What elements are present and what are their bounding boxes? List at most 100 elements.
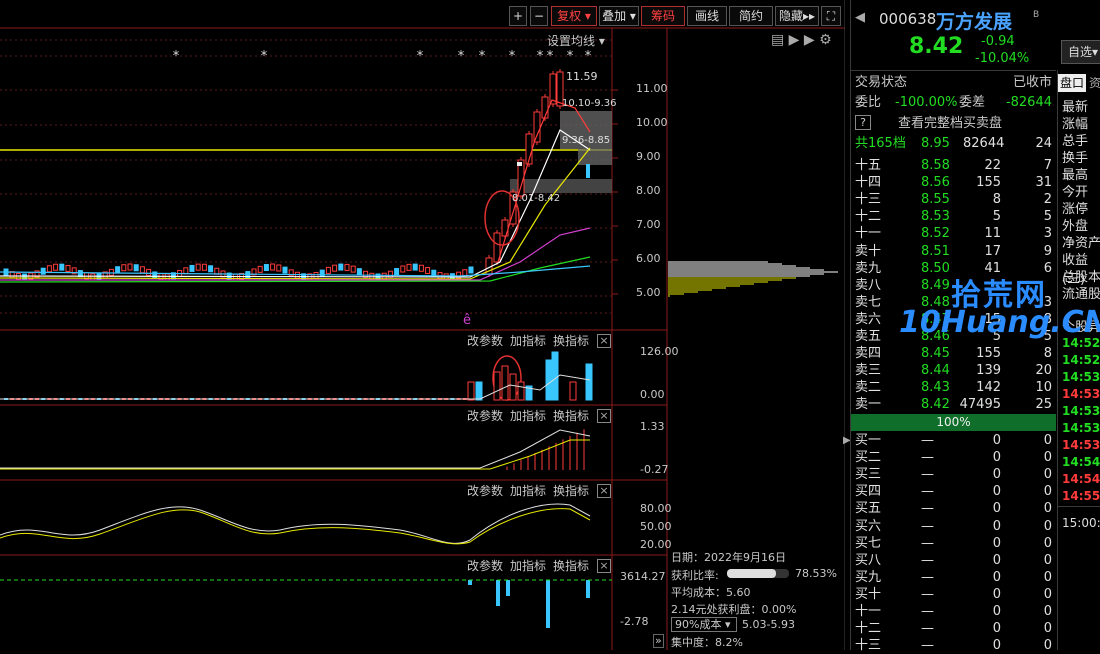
close-panel-icon[interactable]: × bbox=[597, 559, 611, 573]
close-panel-icon[interactable]: × bbox=[597, 334, 611, 348]
book-row[interactable]: 十四 8.56 155 31 bbox=[851, 174, 1056, 191]
book-row[interactable]: 买九 — 0 0 bbox=[851, 569, 1056, 586]
draw-line-button[interactable]: 画线 bbox=[687, 6, 727, 26]
book-row[interactable]: 十三 — 0 0 bbox=[851, 637, 1056, 654]
ma-setting-link[interactable]: 设置均线 ▾ bbox=[547, 32, 605, 49]
candle bbox=[121, 264, 127, 272]
candle bbox=[533, 111, 541, 143]
level-count: 0 bbox=[1043, 518, 1052, 534]
box-range-label-2: 9.36-8.85 bbox=[562, 135, 611, 146]
book-row[interactable]: 买五 — 0 0 bbox=[851, 500, 1056, 517]
fullscreen-icon[interactable]: ⛶ bbox=[821, 6, 841, 26]
volume-bar bbox=[517, 381, 525, 401]
level-price: — bbox=[921, 569, 934, 585]
book-row[interactable]: 卖一 8.42 47495 25 bbox=[851, 396, 1056, 413]
candle bbox=[313, 271, 319, 279]
panel-param-button[interactable]: 改参数 bbox=[467, 557, 503, 574]
book-row[interactable]: 十二 — 0 0 bbox=[851, 620, 1056, 637]
book-row[interactable]: 十二 8.53 5 5 bbox=[851, 208, 1056, 225]
level-price: 8.43 bbox=[921, 380, 950, 396]
book-row[interactable]: 买二 — 0 0 bbox=[851, 449, 1056, 466]
chips-button[interactable]: 筹码 bbox=[641, 6, 685, 26]
level-count: 0 bbox=[1043, 433, 1052, 448]
zoom-in-button[interactable]: + bbox=[509, 6, 527, 26]
panel-toggle-icon[interactable]: ▶ bbox=[843, 435, 851, 449]
book-row[interactable]: 买一 — 0 0 bbox=[851, 432, 1056, 449]
panel-add-button[interactable]: 加指标 bbox=[510, 332, 546, 349]
volume-bar bbox=[475, 381, 483, 401]
book-row[interactable]: 买十 — 0 0 bbox=[851, 586, 1056, 603]
collapse-arrow-icon[interactable]: » bbox=[653, 634, 664, 648]
volume-bar bbox=[551, 351, 559, 401]
trade-status-label: 交易状态 bbox=[855, 75, 908, 90]
book-row[interactable]: 买三 — 0 0 bbox=[851, 466, 1056, 483]
tab-quote[interactable]: 盘口 bbox=[1058, 74, 1086, 92]
panel-switch-button[interactable]: 换指标 bbox=[553, 557, 589, 574]
book-row[interactable]: 卖二 8.43 142 10 bbox=[851, 379, 1056, 396]
zoom-out-button[interactable]: − bbox=[530, 6, 548, 26]
commit-diff: -82644 bbox=[1005, 95, 1052, 110]
level-volume: 17 bbox=[984, 243, 1001, 259]
candle bbox=[549, 73, 557, 105]
level-label: 买三 bbox=[855, 467, 882, 483]
level-price: 8.53 bbox=[921, 209, 950, 225]
level-price: — bbox=[921, 535, 934, 551]
panel-param-button[interactable]: 改参数 bbox=[467, 407, 503, 424]
book-row[interactable]: 十三 8.55 8 2 bbox=[851, 191, 1056, 208]
panel-add-button[interactable]: 加指标 bbox=[510, 407, 546, 424]
candle bbox=[406, 263, 412, 271]
candle bbox=[350, 265, 356, 273]
book-row[interactable]: 卖十 8.51 17 9 bbox=[851, 243, 1056, 260]
book-row[interactable]: 买七 — 0 0 bbox=[851, 535, 1056, 552]
stock-badge: B bbox=[1033, 10, 1040, 20]
time-head: 15:00: bbox=[1062, 516, 1100, 530]
kline-chart-area[interactable]: * * * * * * * * * * + − 复权 ▾ 叠加 ▾ 筹码 画线 简约 隐藏▸▸ ⛶… bbox=[0, 0, 845, 650]
panel-switch-button[interactable]: 换指标 bbox=[553, 332, 589, 349]
level-label: 卖一 bbox=[855, 397, 882, 413]
side-column: 盘口 资 最新 涨幅 总手 换手 最高 今开 涨停 外盘 净资产 收益(三) 总股本 流通股 个股异 … bbox=[1057, 70, 1100, 650]
cost-select[interactable]: 90%成本 ▾ bbox=[671, 617, 737, 632]
level-label: 十二 bbox=[855, 209, 882, 225]
panel-switch-button[interactable]: 换指标 bbox=[553, 407, 589, 424]
book-row[interactable]: 买六 — 0 0 bbox=[851, 518, 1056, 535]
book-row[interactable]: 十一 — 0 0 bbox=[851, 603, 1056, 620]
book-row[interactable]: 买八 — 0 0 bbox=[851, 552, 1056, 569]
support-box bbox=[510, 179, 612, 193]
commit-ratio-label: 委比 bbox=[855, 95, 882, 110]
book-row[interactable]: 卖三 8.44 139 20 bbox=[851, 362, 1056, 379]
close-panel-icon[interactable]: × bbox=[597, 409, 611, 423]
event-marker-icon[interactable]: ê bbox=[463, 313, 471, 328]
panel-param-button[interactable]: 改参数 bbox=[467, 332, 503, 349]
overlay-button[interactable]: 叠加 ▾ bbox=[599, 6, 639, 26]
indicator-bar bbox=[506, 580, 510, 596]
close-panel-icon[interactable]: × bbox=[597, 484, 611, 498]
level-price: 8.42 bbox=[921, 397, 950, 413]
tab-capital[interactable]: 资 bbox=[1089, 74, 1100, 91]
panel-switch-button[interactable]: 换指标 bbox=[553, 482, 589, 499]
prev-stock-icon[interactable]: ◀ bbox=[855, 10, 865, 25]
candle bbox=[412, 263, 418, 271]
book-row[interactable]: 十一 8.52 11 3 bbox=[851, 225, 1056, 242]
panel-axis-label: 3614.27 bbox=[620, 570, 666, 583]
panel-add-button[interactable]: 加指标 bbox=[510, 482, 546, 499]
candle bbox=[22, 273, 28, 281]
play-icons[interactable]: ▤ ▶ ▶ ⚙ bbox=[771, 32, 832, 48]
candle bbox=[586, 164, 590, 178]
book-row[interactable]: 买四 — 0 0 bbox=[851, 483, 1056, 500]
level-count: 0 bbox=[1043, 535, 1052, 551]
watermark-en: 10Huang.CN bbox=[899, 305, 1100, 340]
adjust-button[interactable]: 复权 ▾ bbox=[551, 6, 597, 26]
signal-star-icon: * bbox=[458, 49, 465, 64]
hide-button[interactable]: 隐藏▸▸ bbox=[775, 6, 819, 26]
favorite-button[interactable]: 自选▾ bbox=[1061, 40, 1100, 64]
level-label: 十一 bbox=[855, 604, 882, 619]
full-book-button[interactable]: ? 查看完整档买卖盘 bbox=[851, 115, 1056, 132]
panel-param-button[interactable]: 改参数 bbox=[467, 482, 503, 499]
panel-add-button[interactable]: 加指标 bbox=[510, 557, 546, 574]
volume-bar bbox=[509, 373, 517, 401]
book-row[interactable]: 十五 8.58 22 7 bbox=[851, 157, 1056, 174]
level-volume: 139 bbox=[976, 363, 1001, 379]
quote-panel: ◀ 000638 万方发展 B 8.42 -0.94 -10.04% 自选▾ 交… bbox=[850, 0, 1100, 653]
book-row[interactable]: 卖四 8.45 155 8 bbox=[851, 345, 1056, 362]
simple-button[interactable]: 简约 bbox=[729, 6, 773, 26]
